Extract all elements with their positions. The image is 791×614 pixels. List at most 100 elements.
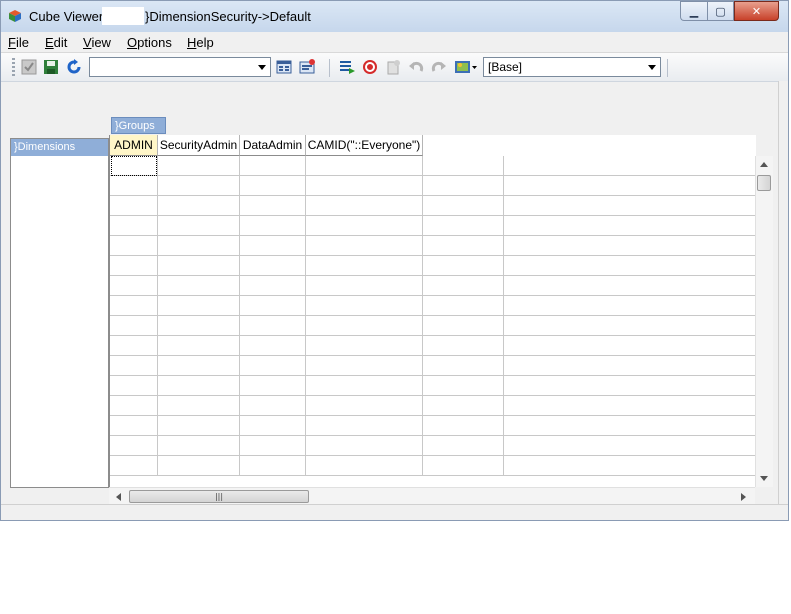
grid-cell[interactable] [158,436,240,456]
grid-cell[interactable] [306,256,423,276]
grid-cell[interactable] [110,336,158,356]
minimize-button[interactable]: ▁ [680,1,707,21]
grid-cell[interactable] [423,296,504,316]
commit-button[interactable] [21,59,37,75]
grid-cell[interactable] [306,336,423,356]
grid-cell[interactable] [240,256,306,276]
grid-cell[interactable] [240,296,306,316]
grid-cell[interactable] [110,296,158,316]
grid-cell[interactable] [306,316,423,336]
vertical-scrollbar[interactable] [755,156,773,487]
grid-cell[interactable] [240,236,306,256]
scroll-down-icon[interactable] [760,476,768,481]
selected-cell[interactable] [111,156,157,176]
grid-cell[interactable] [306,416,423,436]
grid-cell[interactable] [240,276,306,296]
grid-cell[interactable] [240,176,306,196]
grid-cell[interactable] [110,456,158,476]
scroll-up-icon[interactable] [760,162,768,167]
grid-cell[interactable] [423,236,504,256]
grid-cell[interactable] [423,416,504,436]
grid-cell[interactable] [158,236,240,256]
grid-cell[interactable] [240,416,306,436]
horizontal-scrollbar[interactable]: ||| [109,487,755,505]
column-header-dataadmin[interactable]: DataAdmin [240,135,306,156]
stop-button[interactable] [362,59,378,75]
save-button[interactable] [43,59,59,75]
grid-cell[interactable] [306,196,423,216]
horizontal-scroll-thumb[interactable]: ||| [129,490,309,503]
grid-cell[interactable] [240,456,306,476]
grid-cell[interactable] [423,176,504,196]
grid-cell[interactable] [110,276,158,296]
grid-cell[interactable] [110,256,158,276]
grid-cell[interactable] [306,296,423,316]
subset-combo[interactable]: [Base] [483,57,661,77]
grid-cell[interactable] [423,216,504,236]
grid-cell[interactable] [158,376,240,396]
grid-cell[interactable] [158,296,240,316]
view-settings-button[interactable] [299,59,315,75]
vertical-scroll-thumb[interactable] [757,175,771,191]
calculate-button[interactable] [276,59,292,75]
grid-cell[interactable] [423,456,504,476]
grid-cell[interactable] [110,376,158,396]
close-button[interactable]: ✕ [734,1,779,21]
grid-cell[interactable] [110,316,158,336]
grid-cell[interactable] [240,356,306,376]
scroll-left-icon[interactable] [116,493,121,501]
grid-cell[interactable] [158,176,240,196]
picture-dropdown-button[interactable] [454,59,478,75]
redo-button[interactable] [431,59,447,75]
grid-cell[interactable] [110,356,158,376]
export-button[interactable] [339,59,355,75]
grid-cell[interactable] [423,376,504,396]
grid-cell[interactable] [240,156,306,176]
grid-cell[interactable] [240,196,306,216]
grid-cell[interactable] [306,216,423,236]
scroll-right-icon[interactable] [741,493,746,501]
grid-cell[interactable] [110,176,158,196]
grid-cell[interactable] [423,196,504,216]
grid-cell[interactable] [158,276,240,296]
menu-view[interactable]: View [83,35,111,50]
grid-cell[interactable] [306,396,423,416]
grid-cell[interactable] [423,436,504,456]
grid-cell[interactable] [158,396,240,416]
grid-cell[interactable] [240,336,306,356]
toolbar-grip[interactable] [12,58,15,76]
menu-options[interactable]: Options [127,35,172,50]
column-header-camid-everyone[interactable]: CAMID("::Everyone") [306,135,423,156]
grid-cell[interactable] [306,376,423,396]
grid-cell[interactable] [158,416,240,436]
grid-cell[interactable] [110,236,158,256]
grid-cell[interactable] [423,316,504,336]
undo-button[interactable] [408,59,424,75]
grid-cell[interactable] [306,356,423,376]
grid-cell[interactable] [158,256,240,276]
menu-file[interactable]: File [8,35,29,50]
grid-cell[interactable] [306,456,423,476]
grid-cell[interactable] [158,336,240,356]
grid-cell[interactable] [240,436,306,456]
grid-cell[interactable] [306,156,423,176]
grid-cell[interactable] [423,396,504,416]
grid-cell[interactable] [110,216,158,236]
grid-cell[interactable] [240,376,306,396]
refresh-button[interactable] [66,59,82,75]
grid-cell[interactable] [110,396,158,416]
grid-cell[interactable] [158,316,240,336]
grid-cell[interactable] [110,436,158,456]
grid-cell[interactable] [158,456,240,476]
grid-cell[interactable] [240,316,306,336]
grid-cell[interactable] [306,236,423,256]
grid-cell[interactable] [158,156,240,176]
grid-cell[interactable] [240,396,306,416]
grid-cell[interactable] [240,216,306,236]
view-combo[interactable] [89,57,271,77]
grid-cell[interactable] [306,436,423,456]
column-header-securityadmin[interactable]: SecurityAdmin [158,135,240,156]
grid-cell[interactable] [110,416,158,436]
maximize-button[interactable]: ▢ [707,1,734,21]
grid-cell[interactable] [423,256,504,276]
